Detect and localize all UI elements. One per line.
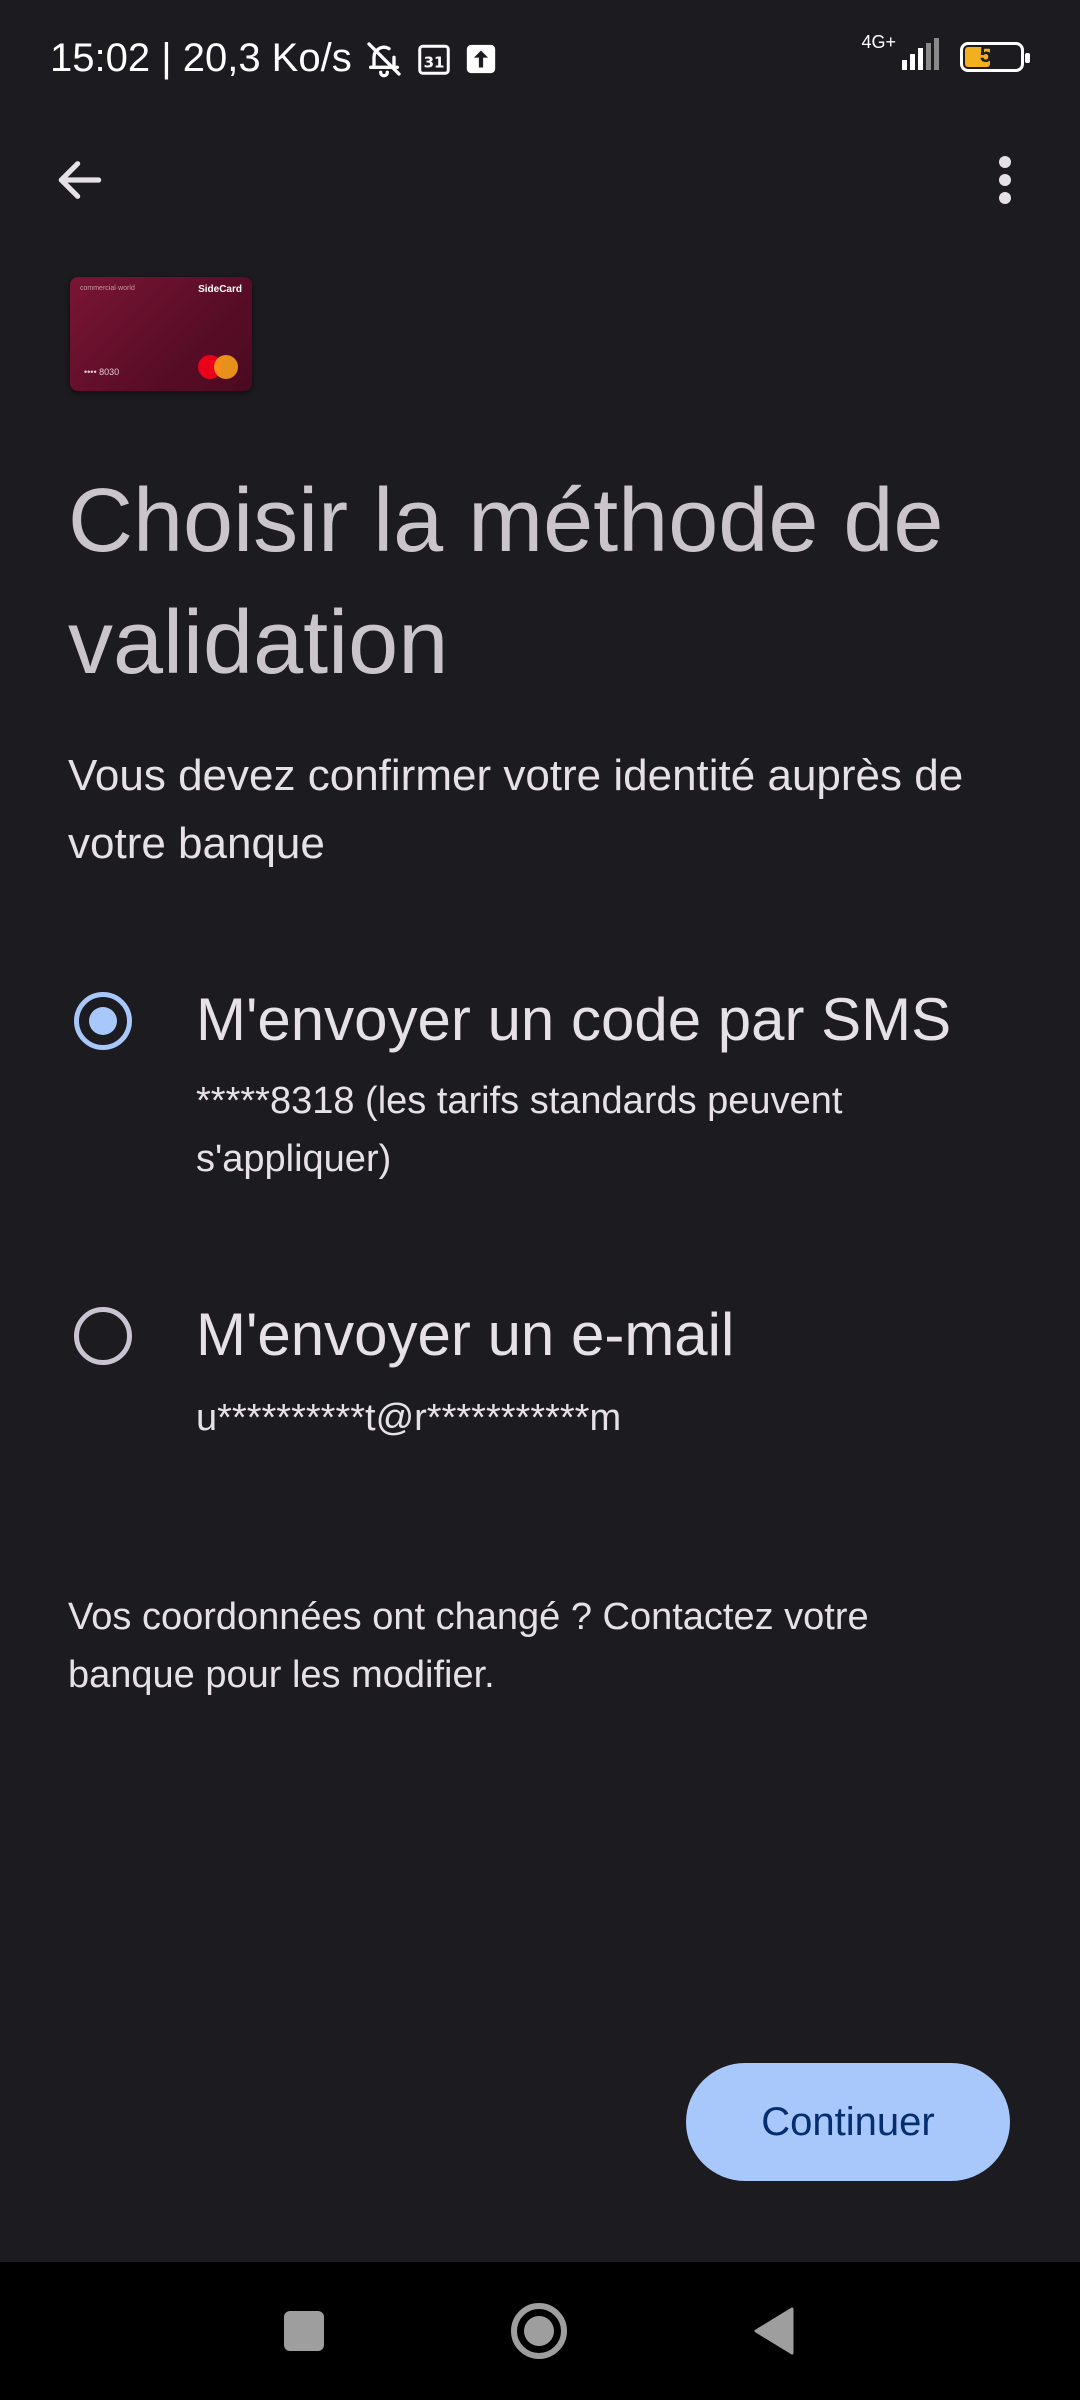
more-vert-icon bbox=[999, 156, 1011, 204]
status-right: 4G+ 50 bbox=[861, 32, 1030, 75]
mastercard-logo-icon bbox=[198, 355, 242, 381]
page-title: Choisir la méthode de validation bbox=[68, 471, 944, 693]
radio-sms[interactable] bbox=[74, 992, 132, 1050]
nav-home-button[interactable] bbox=[479, 2262, 599, 2400]
signal-icon bbox=[902, 38, 942, 75]
bell-off-icon bbox=[364, 39, 404, 79]
status-left: 15:02 | 20,3 Ko/s 31 bbox=[50, 36, 498, 81]
option-email-title: M'envoyer un e-mail bbox=[196, 1301, 735, 1368]
battery-level: 50 bbox=[979, 41, 1005, 67]
arrow-left-icon bbox=[58, 161, 102, 199]
option-sms-description: *****8318 (les tarifs standards peuvent … bbox=[196, 1080, 843, 1180]
back-button[interactable] bbox=[40, 140, 120, 220]
status-bar: 15:02 | 20,3 Ko/s 31 4G+ 50 bbox=[0, 0, 1080, 120]
card-brand: SideCard bbox=[198, 284, 242, 295]
continue-button[interactable]: Continuer bbox=[686, 2063, 1010, 2181]
page-subtitle: Vous devez confirmer votre identité aupr… bbox=[68, 751, 964, 868]
calendar-icon: 31 bbox=[416, 41, 452, 77]
calendar-day: 31 bbox=[423, 53, 444, 71]
radio-email[interactable] bbox=[74, 1307, 132, 1365]
upload-icon bbox=[464, 42, 498, 76]
status-time-speed: 15:02 | 20,3 Ko/s bbox=[50, 36, 352, 80]
contact-bank-note: Vos coordonnées ont changé ? Contactez v… bbox=[68, 1596, 869, 1696]
system-nav-bar bbox=[0, 2262, 1080, 2400]
network-type: 4G+ bbox=[861, 32, 896, 52]
radio-selected-dot bbox=[89, 1007, 117, 1035]
card-tier-text: commercial·world bbox=[80, 285, 135, 292]
payment-card-image: commercial·world SideCard •••• 8030 bbox=[70, 277, 252, 391]
triangle-back-icon bbox=[754, 2307, 794, 2355]
circle-icon bbox=[511, 2303, 567, 2359]
battery-icon: 50 bbox=[960, 41, 1030, 72]
more-options-button[interactable] bbox=[970, 140, 1040, 220]
option-sms-title: M'envoyer un code par SMS bbox=[196, 986, 952, 1053]
nav-recents-button[interactable] bbox=[244, 2262, 364, 2400]
card-number: •••• 8030 bbox=[84, 367, 120, 377]
square-icon bbox=[284, 2311, 324, 2351]
option-email-description: u**********t@r***********m bbox=[196, 1397, 622, 1439]
nav-back-button[interactable] bbox=[714, 2262, 834, 2400]
